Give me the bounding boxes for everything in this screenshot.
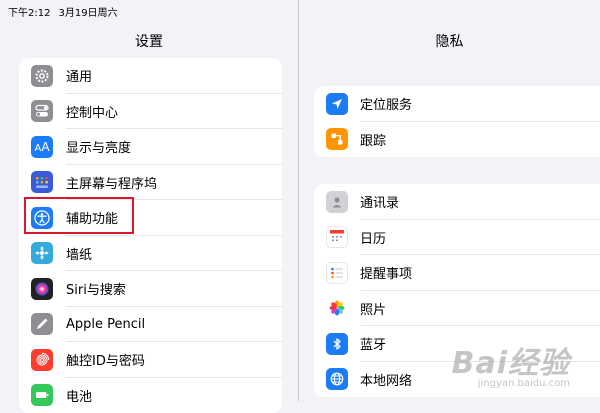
- text-size-icon: AA: [31, 136, 53, 158]
- privacy-item-label: 跟踪: [360, 130, 386, 149]
- toggles-icon: [31, 100, 53, 122]
- globe-icon: [326, 368, 348, 390]
- photos-icon: [326, 297, 348, 319]
- privacy-item-contacts[interactable]: 通讯录: [314, 184, 600, 220]
- sidebar-item-siri[interactable]: Siri与搜索: [19, 271, 282, 307]
- sidebar-item-touch-id[interactable]: 触控ID与密码: [19, 342, 282, 378]
- tracking-icon: [326, 128, 348, 150]
- status-bar: 下午2:12 3月19日周六: [8, 4, 126, 19]
- watermark-logo: Bai经验: [452, 338, 570, 382]
- sidebar-item-home-screen[interactable]: 主屏幕与程序坞: [19, 165, 282, 201]
- home-grid-icon: [31, 171, 53, 193]
- sidebar-item-general[interactable]: 通用: [19, 58, 282, 94]
- sidebar-item-label: 触控ID与密码: [66, 350, 145, 369]
- reminders-icon: [326, 262, 348, 284]
- pencil-icon: [31, 313, 53, 335]
- settings-list: 通用 控制中心 AA 显示与亮度 主屏幕与程序坞 辅助功能: [19, 58, 282, 413]
- privacy-item-label: 日历: [360, 228, 386, 247]
- privacy-item-location-services[interactable]: 定位服务: [314, 86, 600, 122]
- sidebar-item-label: 墙纸: [66, 244, 92, 263]
- sidebar-item-label: 控制中心: [66, 102, 118, 121]
- privacy-item-label: 蓝牙: [360, 334, 386, 353]
- privacy-item-tracking[interactable]: 跟踪: [314, 122, 600, 158]
- detail-title: 隐私: [299, 31, 600, 51]
- sidebar-item-label: 主屏幕与程序坞: [66, 173, 157, 192]
- battery-icon: [31, 384, 53, 406]
- privacy-group-location: 定位服务 跟踪: [314, 86, 600, 157]
- sidebar-item-label: 显示与亮度: [66, 137, 131, 156]
- gear-icon: [31, 65, 53, 87]
- location-arrow-icon: [326, 93, 348, 115]
- privacy-item-calendar[interactable]: 日历: [314, 220, 600, 256]
- status-date: 3月19日周六: [58, 8, 117, 19]
- privacy-item-label: 照片: [360, 299, 386, 318]
- settings-sidebar: 下午2:12 3月19日周六 设置 通用 控制中心 AA 显示与亮度 主屏幕与程序…: [0, 0, 298, 401]
- wallpaper-icon: [31, 242, 53, 264]
- siri-icon: [31, 278, 53, 300]
- sidebar-item-label: Siri与搜索: [66, 279, 126, 298]
- calendar-icon: [326, 226, 348, 248]
- contacts-icon: [326, 191, 348, 213]
- sidebar-item-label: 通用: [66, 66, 92, 85]
- privacy-item-label: 本地网络: [360, 370, 412, 389]
- watermark: Bai经验 jingyan.baidu.com: [452, 338, 570, 389]
- sidebar-item-control-center[interactable]: 控制中心: [19, 94, 282, 130]
- sidebar-item-battery[interactable]: 电池: [19, 378, 282, 413]
- highlight-box: [24, 197, 134, 234]
- status-time: 下午2:12: [8, 8, 50, 19]
- sidebar-item-display[interactable]: AA 显示与亮度: [19, 129, 282, 165]
- privacy-item-label: 通讯录: [360, 192, 399, 211]
- sidebar-item-apple-pencil[interactable]: Apple Pencil: [19, 307, 282, 343]
- privacy-item-photos[interactable]: 照片: [314, 291, 600, 327]
- sidebar-item-label: 电池: [66, 386, 92, 405]
- bluetooth-icon: [326, 333, 348, 355]
- privacy-item-label: 提醒事项: [360, 263, 412, 282]
- sidebar-title: 设置: [0, 31, 298, 51]
- sidebar-item-label: Apple Pencil: [66, 317, 145, 332]
- fingerprint-icon: [31, 349, 53, 371]
- privacy-item-label: 定位服务: [360, 94, 412, 113]
- sidebar-item-wallpaper[interactable]: 墙纸: [19, 236, 282, 272]
- privacy-item-reminders[interactable]: 提醒事项: [314, 255, 600, 291]
